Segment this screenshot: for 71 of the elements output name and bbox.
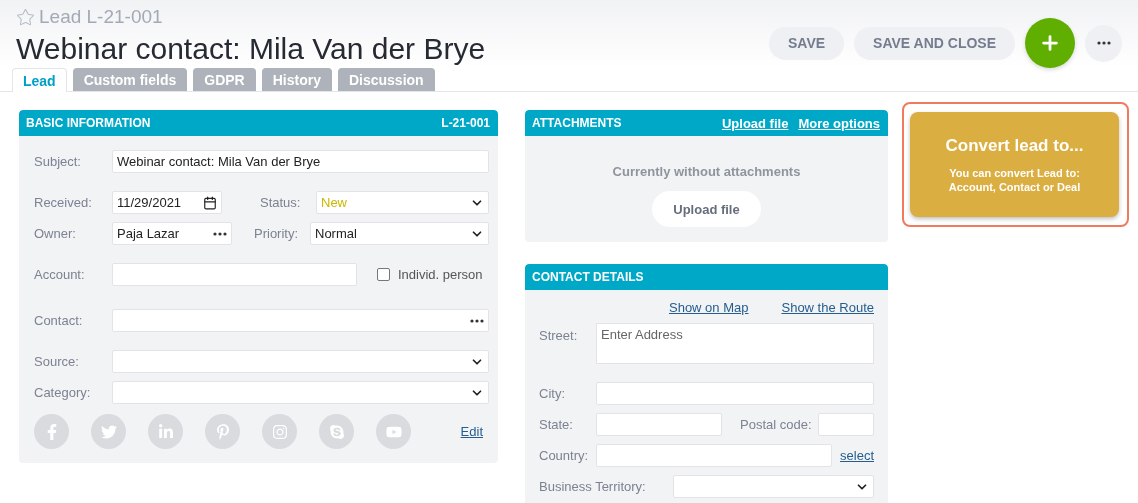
checkbox[interactable]: [377, 268, 390, 281]
lookup-field[interactable]: [112, 309, 489, 332]
action-button[interactable]: SAVE AND CLOSE: [854, 26, 1015, 60]
header-link[interactable]: Upload file: [721, 115, 789, 131]
star-icon[interactable]: [16, 7, 35, 27]
field-label: Account:: [34, 267, 86, 282]
address-field[interactable]: Enter Address: [596, 323, 874, 364]
record-title: Webinar contact: Mila Van der Brye: [16, 32, 486, 66]
field-label: Source:: [34, 354, 80, 369]
more-icon: [1096, 41, 1111, 45]
map-link[interactable]: Show the Route: [781, 300, 874, 315]
select-field[interactable]: [112, 350, 489, 373]
tab[interactable]: Custom fields: [72, 68, 188, 91]
convert-description: You can convert Lead to: Account, Contact or Deal: [947, 165, 1082, 194]
field-label: Subject:: [34, 154, 82, 169]
field-label: Category:: [34, 385, 92, 400]
field-label: Postal code:: [740, 417, 813, 432]
text-field[interactable]: [112, 263, 357, 286]
tab[interactable]: History: [261, 68, 332, 91]
field-label: Street:: [539, 328, 579, 343]
facebook-icon[interactable]: [34, 414, 69, 449]
more-icon: [470, 318, 484, 323]
select-field[interactable]: Normal: [310, 222, 489, 245]
linkedin-icon[interactable]: [148, 414, 183, 449]
field-label: State:: [539, 417, 574, 432]
edit-link[interactable]: Edit: [460, 424, 483, 439]
map-link[interactable]: Show on Map: [669, 300, 749, 315]
tab[interactable]: Discussion: [337, 68, 435, 91]
empty-message: Currently without attachments: [612, 164, 801, 179]
lookup-field[interactable]: Paja Lazar: [112, 222, 232, 245]
text-field[interactable]: [596, 382, 874, 405]
select-field[interactable]: New: [316, 191, 489, 214]
upload-button[interactable]: Upload file: [652, 191, 761, 227]
pinterest-icon[interactable]: [205, 414, 240, 449]
field-label: Priority:: [254, 226, 300, 241]
field-label: Country:: [539, 448, 590, 463]
action-button[interactable]: SAVE: [769, 26, 845, 60]
add-button[interactable]: [1025, 18, 1075, 68]
more-icon: [213, 231, 227, 236]
field-label: Status:: [260, 195, 302, 210]
record-type: Lead L-21-001: [39, 6, 163, 28]
text-field[interactable]: Webinar contact: Mila Van der Brye: [112, 150, 489, 173]
plus-icon: [1039, 32, 1061, 54]
date-field[interactable]: 11/29/2021: [112, 191, 222, 214]
field-label: City:: [539, 386, 566, 401]
more-button[interactable]: [1085, 24, 1122, 62]
field-label: Contact:: [34, 313, 84, 328]
text-field[interactable]: [818, 413, 874, 436]
header-link[interactable]: More options: [798, 115, 880, 131]
record-code: L-21-001: [441, 116, 490, 130]
field-label: Received:: [34, 195, 93, 210]
tab[interactable]: Lead: [12, 68, 67, 92]
checkbox-label: Individ. person: [398, 267, 483, 282]
panel-title: BASIC INFORMATION: [26, 116, 151, 130]
twitter-icon[interactable]: [91, 414, 126, 449]
youtube-icon[interactable]: [376, 414, 411, 449]
select-field[interactable]: [673, 475, 874, 498]
skype-icon[interactable]: [319, 414, 354, 449]
text-field[interactable]: [596, 444, 832, 467]
text-field[interactable]: [596, 413, 722, 436]
panel-title: CONTACT DETAILS: [532, 270, 644, 284]
convert-button[interactable]: Convert lead to... You can convert Lead to: Account, Contact or Deal: [910, 112, 1119, 217]
tab[interactable]: GDPR: [193, 68, 256, 91]
select-link[interactable]: select: [840, 448, 874, 463]
panel-title: ATTACHMENTS: [532, 116, 622, 130]
select-field[interactable]: [112, 381, 489, 404]
instagram-icon[interactable]: [262, 414, 297, 449]
calendar-icon: [203, 195, 217, 210]
field-label: Owner:: [34, 226, 77, 241]
field-label: Business Territory:: [539, 479, 647, 494]
convert-title: Convert lead to...: [945, 135, 1084, 156]
